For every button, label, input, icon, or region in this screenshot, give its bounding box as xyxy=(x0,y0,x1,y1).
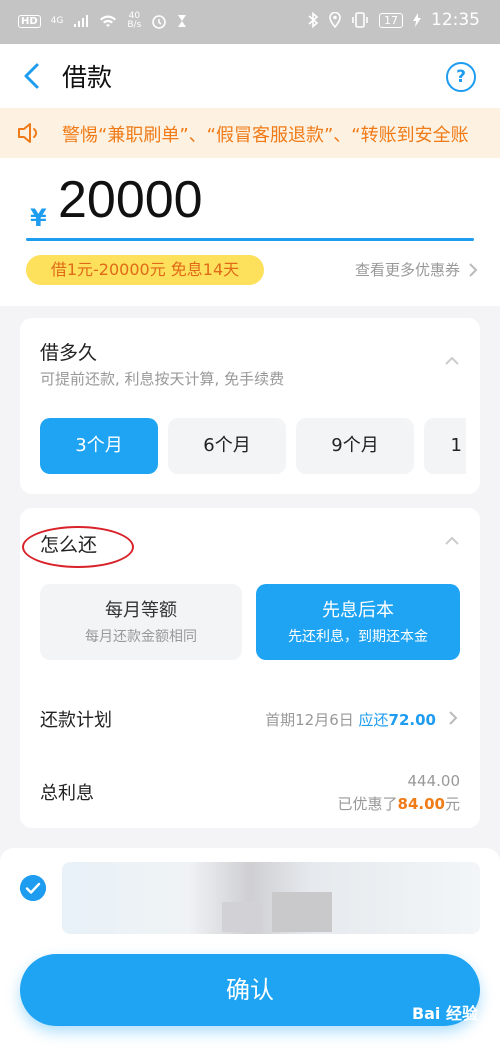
repayment-plan-label[interactable]: 还款计划 xyxy=(40,706,112,732)
chevron-right-icon xyxy=(449,711,458,725)
discount-info: 已优惠了84.00元 xyxy=(338,793,460,814)
method-subtitle: 每月还款金额相同 xyxy=(85,629,197,645)
blurred-agreement-text xyxy=(62,862,480,934)
currency-symbol: ¥ xyxy=(30,204,47,232)
method-interest-first[interactable]: 先息后本 先还利息，到期还本金 xyxy=(256,584,460,660)
annotation-circle xyxy=(22,526,134,568)
method-subtitle: 先还利息，到期还本金 xyxy=(288,629,428,645)
network-speed: 40 B/s xyxy=(127,12,141,30)
discount-prefix: 已优惠了 xyxy=(337,795,398,813)
method-title: 每月等额 xyxy=(105,600,177,621)
first-due-date: 首期12月6日 xyxy=(265,711,354,729)
chevron-right-icon xyxy=(469,263,478,277)
clock: 12:35 xyxy=(431,10,480,30)
loan-term-card: 借多久 可提前还款, 利息按天计算, 免手续费 3个月 6个月 9个月 1 xyxy=(20,318,480,494)
repayment-plan-value[interactable]: 首期12月6日 应还72.00 xyxy=(265,709,436,730)
repayment-card: 怎么还 每月等额 每月还款金额相同 先息后本 先还利息，到期还本金 还款计划 首… xyxy=(20,508,480,828)
signal-label: 4G xyxy=(50,16,64,26)
loan-amount-input[interactable]: 20000 xyxy=(58,170,203,230)
watermark-logo: Bai 经验 xyxy=(411,1004,478,1023)
charging-icon xyxy=(413,13,421,27)
hourglass-icon xyxy=(178,15,187,27)
fraud-notice-bar[interactable]: 警惕“兼职刷单”、“假冒客服退款”、“转账到安全账 xyxy=(0,108,500,158)
amount-section: ¥ 20000 借1元-20000元 免息14天 查看更多优惠券 xyxy=(0,158,500,306)
method-title: 先息后本 xyxy=(322,600,394,621)
term-option-12-months[interactable]: 1 xyxy=(424,418,466,474)
term-title: 借多久 xyxy=(40,342,98,364)
nav-bar: 借款 ? xyxy=(0,44,500,108)
method-equal-installment[interactable]: 每月等额 每月还款金额相同 xyxy=(40,584,242,660)
back-arrow-icon[interactable] xyxy=(20,61,44,91)
bluetooth-icon xyxy=(308,12,319,28)
chevron-up-icon[interactable] xyxy=(444,536,460,546)
location-icon xyxy=(329,12,341,28)
due-label: 应还 xyxy=(358,711,389,729)
network-badge: HD xyxy=(18,14,41,28)
amount-underline xyxy=(26,238,474,241)
more-coupons-link[interactable]: 查看更多优惠券 xyxy=(355,259,460,280)
help-icon[interactable]: ? xyxy=(446,62,476,92)
total-interest-label: 总利息 xyxy=(40,783,94,804)
discount-amount: 84.00 xyxy=(397,795,445,813)
status-bar: HD 4G 40 B/s 17 12:35 xyxy=(0,0,500,44)
blur-patch xyxy=(222,902,262,932)
total-interest-value: 444.00 xyxy=(407,772,461,790)
due-amount: 72.00 xyxy=(388,711,436,729)
signal-icon xyxy=(74,15,89,27)
term-option-9-months[interactable]: 9个月 xyxy=(296,418,414,474)
term-option-6-months[interactable]: 6个月 xyxy=(168,418,286,474)
vibrate-icon xyxy=(352,12,368,28)
checkbox-checked-icon[interactable] xyxy=(20,875,46,901)
speed-unit: B/s xyxy=(127,20,142,30)
battery-indicator: 17 xyxy=(379,12,403,28)
discount-suffix: 元 xyxy=(444,795,460,813)
term-subtitle: 可提前还款, 利息按天计算, 免手续费 xyxy=(40,370,285,388)
page-title: 借款 xyxy=(62,63,113,92)
blur-patch xyxy=(272,892,332,932)
alarm-icon xyxy=(152,15,167,29)
bottom-panel: 确认 Bai 经验 xyxy=(0,848,500,1057)
wifi-icon xyxy=(100,15,117,27)
chevron-up-icon[interactable] xyxy=(444,356,460,366)
promo-badge: 借1元-20000元 免息14天 xyxy=(26,255,264,285)
term-option-3-months[interactable]: 3个月 xyxy=(40,418,158,474)
notice-text: 警惕“兼职刷单”、“假冒客服退款”、“转账到安全账 xyxy=(62,125,469,146)
speaker-icon xyxy=(18,123,37,143)
